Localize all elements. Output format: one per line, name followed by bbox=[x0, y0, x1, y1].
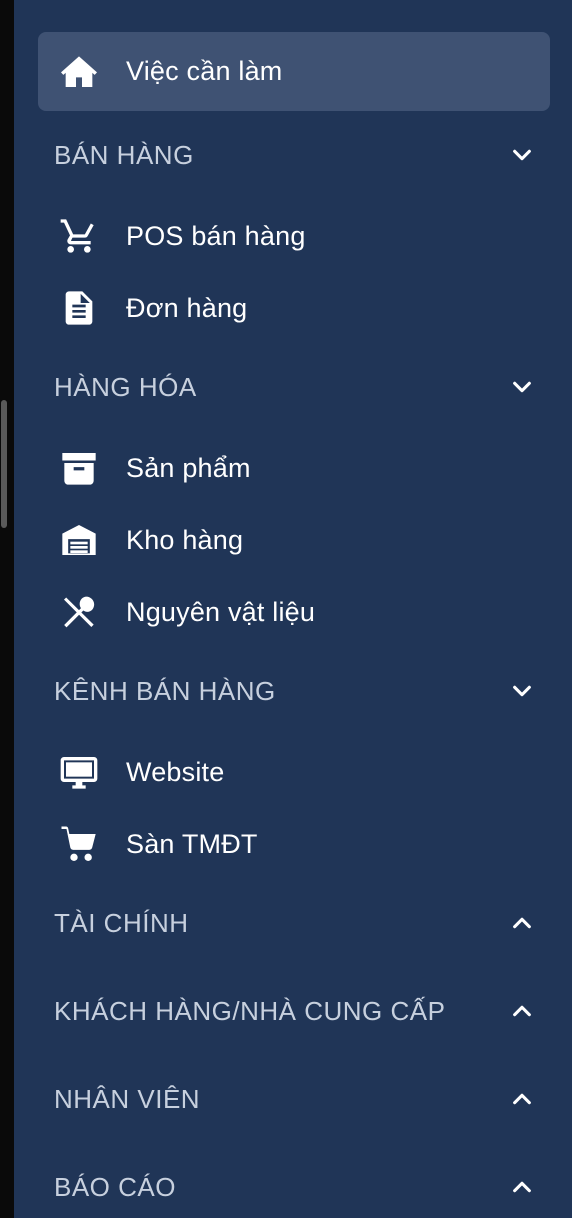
sidebar-item-marketplace[interactable]: Sàn TMĐT bbox=[38, 812, 550, 876]
chevron-down-icon bbox=[508, 373, 536, 401]
section-header-finance[interactable]: TÀI CHÍNH bbox=[14, 893, 572, 953]
document-icon bbox=[57, 286, 101, 330]
section-title: BÁN HÀNG bbox=[54, 139, 194, 170]
section-title: HÀNG HÓA bbox=[54, 371, 197, 402]
section-title: KÊNH BÁN HÀNG bbox=[54, 675, 276, 706]
scrollbar-track bbox=[0, 0, 14, 1218]
section-header-reports[interactable]: BÁO CÁO bbox=[14, 1157, 572, 1217]
chevron-down-icon bbox=[508, 141, 536, 169]
section-header-sales[interactable]: BÁN HÀNG bbox=[14, 125, 572, 185]
sidebar-item-label: Đơn hàng bbox=[126, 292, 248, 323]
section-header-staff[interactable]: NHÂN VIÊN bbox=[14, 1069, 572, 1129]
warehouse-icon bbox=[57, 518, 101, 562]
sidebar-item-website[interactable]: Website bbox=[38, 740, 550, 804]
chevron-down-icon bbox=[508, 677, 536, 705]
home-icon bbox=[57, 50, 101, 94]
chevron-up-icon bbox=[508, 997, 536, 1025]
shopping-cart-icon bbox=[57, 214, 101, 258]
section-title: KHÁCH HÀNG/NHÀ CUNG CẤP bbox=[54, 995, 446, 1026]
sidebar-item-label: Nguyên vật liệu bbox=[126, 596, 316, 627]
sidebar-item-orders[interactable]: Đơn hàng bbox=[38, 276, 550, 340]
cart-icon bbox=[57, 822, 101, 866]
sidebar-item-materials[interactable]: Nguyên vật liệu bbox=[38, 580, 550, 644]
sidebar-item-label: Website bbox=[126, 756, 225, 787]
chevron-up-icon bbox=[508, 1173, 536, 1201]
section-header-sales-channels[interactable]: KÊNH BÁN HÀNG bbox=[14, 661, 572, 721]
section-title: TÀI CHÍNH bbox=[54, 907, 189, 938]
sidebar-item-products[interactable]: Sản phẩm bbox=[38, 436, 550, 500]
sidebar-item-label: POS bán hàng bbox=[126, 220, 306, 251]
section-header-customers-suppliers[interactable]: KHÁCH HÀNG/NHÀ CUNG CẤP bbox=[14, 981, 572, 1041]
sidebar-item-warehouse[interactable]: Kho hàng bbox=[38, 508, 550, 572]
section-header-goods[interactable]: HÀNG HÓA bbox=[14, 357, 572, 417]
monitor-icon bbox=[57, 750, 101, 794]
sidebar-item-todo[interactable]: Việc cần làm bbox=[38, 32, 550, 111]
chevron-up-icon bbox=[508, 1085, 536, 1113]
archive-box-icon bbox=[57, 446, 101, 490]
sidebar-item-label: Kho hàng bbox=[126, 524, 244, 555]
sidebar-item-pos[interactable]: POS bán hàng bbox=[38, 204, 550, 268]
sidebar-nav: Việc cần làm BÁN HÀNG POS bán hàng Đơn h… bbox=[14, 0, 572, 1218]
sidebar-item-label: Sàn TMĐT bbox=[126, 828, 258, 859]
utensils-icon bbox=[57, 590, 101, 634]
sidebar-item-label: Sản phẩm bbox=[126, 452, 251, 483]
sidebar-item-label: Việc cần làm bbox=[126, 56, 283, 86]
section-title: BÁO CÁO bbox=[54, 1171, 176, 1202]
scrollbar-thumb[interactable] bbox=[1, 400, 7, 528]
section-title: NHÂN VIÊN bbox=[54, 1083, 201, 1114]
chevron-up-icon bbox=[508, 909, 536, 937]
